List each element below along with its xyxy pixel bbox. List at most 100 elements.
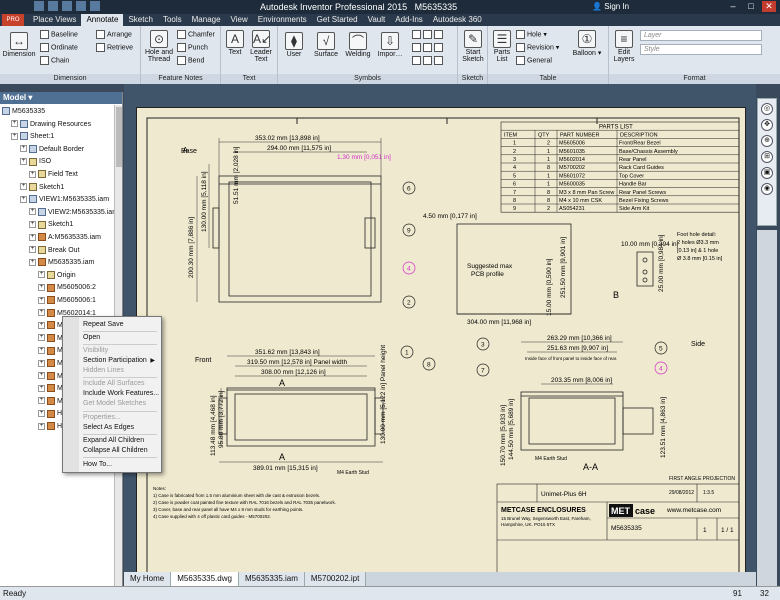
browser-node[interactable]: M5635335 <box>2 107 45 117</box>
expand-toggle-icon[interactable]: + <box>29 233 36 241</box>
text-button[interactable]: A Text <box>224 30 246 56</box>
expand-toggle-icon[interactable]: + <box>38 384 45 392</box>
ribbon-tab-environments[interactable]: Environments <box>253 14 312 26</box>
user-symbol-button[interactable]: ⧫ User <box>282 32 306 58</box>
scroll-thumb[interactable] <box>116 107 122 167</box>
expand-toggle-icon[interactable]: + <box>38 296 45 304</box>
start-sketch-button[interactable]: ✎ Start Sketch <box>460 30 486 63</box>
parts-list-table[interactable]: PARTS LIST ITEM QTY PART NUMBER DESCRIPTION 1… <box>500 121 740 213</box>
expand-toggle-icon[interactable]: + <box>29 208 36 216</box>
window-controls[interactable]: – □ ✕ <box>726 1 776 12</box>
expand-toggle-icon[interactable]: + <box>20 145 27 153</box>
balloon-button[interactable]: ① Balloon ▾ <box>572 30 602 57</box>
expand-toggle-icon[interactable]: + <box>38 410 45 418</box>
menu-include-work-features[interactable]: Include Work Features... <box>83 389 159 399</box>
browser-node[interactable]: + VIEW2:M5635335.iam <box>29 207 114 218</box>
pan-icon[interactable]: ✥ <box>761 119 773 131</box>
symbol-tool-3[interactable] <box>412 56 445 65</box>
new-icon[interactable] <box>34 1 44 11</box>
browser-node[interactable]: + ISO <box>20 157 51 167</box>
canvas-right-scrollbar[interactable] <box>757 230 777 586</box>
browser-node[interactable]: + Sheet:1 <box>11 132 54 142</box>
browser-node[interactable]: + Origin <box>38 270 76 281</box>
open-icon[interactable] <box>48 1 58 11</box>
style-dropdown[interactable]: Style <box>640 44 762 55</box>
drawing-sheet[interactable]: A Base Front Side 353.02 mm [13,898 in] … <box>136 107 746 587</box>
section-aa-view[interactable] <box>520 391 654 451</box>
symbol-tool-1[interactable] <box>412 30 445 39</box>
baseline-button[interactable]: Baseline <box>40 30 78 39</box>
quick-access-toolbar[interactable] <box>34 1 100 11</box>
expand-toggle-icon[interactable]: + <box>38 372 45 380</box>
application-menu-button[interactable]: PRO <box>2 14 24 26</box>
foot-detail[interactable] <box>636 251 654 287</box>
browser-node[interactable]: + M5605006:1 <box>38 296 96 306</box>
menu-expand-all[interactable]: Expand All Children <box>83 436 144 446</box>
retrieve-button[interactable]: Retrieve <box>96 43 133 52</box>
ribbon-tab-place-views[interactable]: Place Views <box>28 14 81 26</box>
browser-node[interactable]: + A:M5635335.iam <box>29 233 101 243</box>
front-view[interactable] <box>218 387 384 447</box>
ordinate-button[interactable]: Ordinate <box>40 43 78 52</box>
look-at-icon[interactable]: ◉ <box>761 183 773 195</box>
ribbon-tab-vault[interactable]: Vault <box>363 14 391 26</box>
expand-toggle-icon[interactable]: + <box>11 132 18 140</box>
browser-title[interactable]: Model ▾ <box>0 92 122 104</box>
revision-table-button[interactable]: Revision ▾ <box>516 43 559 52</box>
expand-toggle-icon[interactable]: + <box>29 258 36 266</box>
zoom-icon[interactable]: ⊕ <box>761 135 773 147</box>
save-icon[interactable] <box>62 1 72 11</box>
parts-list-button[interactable]: ☰ Parts List <box>490 30 514 63</box>
expand-toggle-icon[interactable]: + <box>29 221 36 229</box>
ribbon-tab-tools[interactable]: Tools <box>158 14 187 26</box>
browser-node[interactable]: + Sketch1 <box>29 220 73 230</box>
expand-toggle-icon[interactable]: + <box>29 246 36 254</box>
expand-toggle-icon[interactable]: + <box>38 271 45 279</box>
ribbon-tab-view[interactable]: View <box>226 14 253 26</box>
browser-node[interactable]: + Default Border <box>20 144 84 155</box>
menu-properties[interactable]: Properties... <box>83 413 121 423</box>
menu-get-model-sketches[interactable]: Get Model Sketches <box>83 399 146 409</box>
redo-icon[interactable] <box>90 1 100 11</box>
ribbon-tab-autodesk-360[interactable]: Autodesk 360 <box>428 14 487 26</box>
dimension-button[interactable]: ↔ Dimension <box>2 32 36 58</box>
punch-button[interactable]: Punch <box>177 43 208 52</box>
browser-node[interactable]: + M5635335.iam <box>29 258 94 268</box>
undo-icon[interactable] <box>76 1 86 11</box>
expand-toggle-icon[interactable]: + <box>20 158 27 166</box>
menu-collapse-all[interactable]: Collapse All Children <box>83 446 148 456</box>
hole-thread-button[interactable]: ⊙ Hole and Thread <box>143 30 175 63</box>
minimize-icon[interactable]: – <box>726 1 740 12</box>
ribbon-tab-annotate[interactable]: Annotate <box>81 14 124 26</box>
steering-wheel-icon[interactable]: ◎ <box>761 103 773 115</box>
browser-node[interactable]: + Drawing Resources <box>11 119 91 130</box>
browser-node[interactable]: + Sketch1 <box>20 182 64 193</box>
chain-button[interactable]: Chain <box>40 56 69 65</box>
expand-toggle-icon[interactable]: + <box>20 195 27 203</box>
zoom-all-icon[interactable]: ⊞ <box>761 151 773 163</box>
ribbon-tab-manage[interactable]: Manage <box>187 14 226 26</box>
expand-toggle-icon[interactable]: + <box>38 334 45 342</box>
menu-open[interactable]: Open <box>83 333 100 343</box>
expand-toggle-icon[interactable]: + <box>38 309 45 317</box>
hole-table-button[interactable]: Hole ▾ <box>516 30 547 39</box>
welding-button[interactable]: ⌒ Welding <box>344 32 372 58</box>
arrange-button[interactable]: Arrange <box>96 30 132 39</box>
menu-repeat-save[interactable]: Repeat Save <box>83 320 123 330</box>
expand-toggle-icon[interactable]: + <box>38 422 45 430</box>
expand-toggle-icon[interactable]: + <box>20 183 27 191</box>
edit-layers-button[interactable]: ≡ Edit Layers <box>611 30 637 63</box>
document-tab[interactable]: M5635335.dwg <box>171 572 239 586</box>
general-table-button[interactable]: General <box>516 56 552 65</box>
expand-toggle-icon[interactable]: + <box>38 397 45 405</box>
drawing-notes[interactable]: Notes: 1) Case is fabricated from 1.5 mm … <box>153 486 336 519</box>
browser-node[interactable]: + Break Out <box>29 245 80 256</box>
expand-toggle-icon[interactable]: + <box>11 120 18 128</box>
import-button[interactable]: ⇩ Impor… <box>376 32 404 58</box>
menu-include-all-surfaces[interactable]: Include All Surfaces <box>83 379 144 389</box>
zoom-window-icon[interactable]: ▣ <box>761 167 773 179</box>
close-icon[interactable]: ✕ <box>762 1 776 12</box>
maximize-icon[interactable]: □ <box>744 1 758 12</box>
menu-select-as-edges[interactable]: Select As Edges <box>83 423 134 433</box>
surface-button[interactable]: √ Surface <box>312 32 340 58</box>
